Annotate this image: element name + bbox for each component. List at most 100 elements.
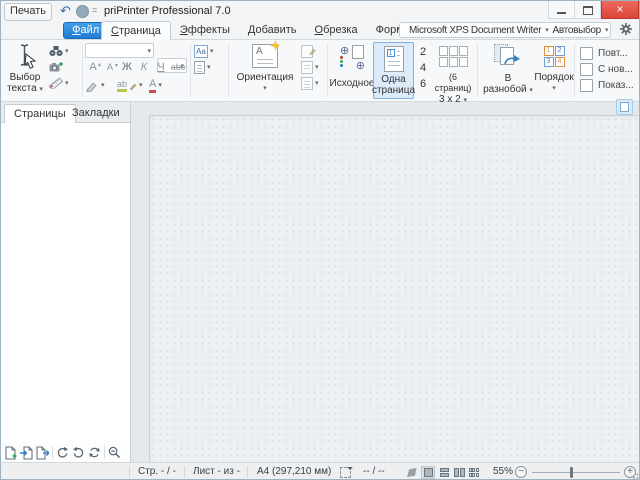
chevron-down-icon[interactable]: ▾: [605, 27, 608, 34]
panel-pin-icon[interactable]: [616, 99, 633, 115]
view-thumbnails-button[interactable]: [467, 466, 481, 479]
printer-mode[interactable]: Автовыбор: [552, 25, 600, 36]
text-highlight-color-button[interactable]: ab ▾: [117, 78, 149, 93]
chevron-down-icon[interactable]: ▾: [65, 80, 69, 87]
start-new-checkbox[interactable]: С нов...: [580, 61, 634, 77]
checkbox-icon[interactable]: [580, 79, 593, 92]
insert-page-before-icon[interactable]: [20, 446, 33, 460]
file-label-key: Ф: [72, 24, 80, 36]
resize-grip[interactable]: [631, 473, 639, 480]
chevron-down-icon[interactable]: ▾: [207, 64, 211, 71]
original-view-button[interactable]: ⊕ ⊕ Исходное: [331, 42, 373, 99]
redo-icon[interactable]: [76, 5, 89, 18]
minimize-button[interactable]: [548, 1, 575, 19]
chevron-down-icon: ▾: [552, 85, 556, 92]
underline-button[interactable]: Ч: [153, 60, 169, 75]
rotate-ccw-icon[interactable]: [72, 446, 85, 459]
status-sheet: Лист - из -: [193, 463, 240, 480]
font-color-button[interactable]: А ▾: [149, 78, 181, 93]
preset-6-button[interactable]: 6: [417, 76, 429, 92]
chevron-down-icon[interactable]: ▾: [315, 80, 319, 87]
highlighter-button[interactable]: ▾: [85, 78, 117, 93]
single-page-icon: [424, 468, 433, 477]
show-checkbox[interactable]: Показ...: [580, 77, 634, 93]
page-list-button[interactable]: ▾: [301, 59, 319, 75]
chevron-down-icon[interactable]: ▾: [545, 27, 548, 34]
bold-button[interactable]: Ж: [119, 60, 135, 75]
chevron-down-icon[interactable]: ▾: [101, 82, 105, 89]
checkbox-icon[interactable]: [580, 47, 593, 60]
chevron-down-icon[interactable]: ▾: [139, 82, 143, 89]
printer-selector[interactable]: Microsoft XPS Document Writer ▾ Автовыбо…: [399, 22, 611, 38]
page-style-button[interactable]: ▾: [194, 59, 214, 75]
strikethrough-button[interactable]: abc: [170, 60, 186, 75]
measure-button[interactable]: ▾: [49, 75, 69, 91]
pages-per-sheet-button[interactable]: (6 страниц) 3 x 2 ▾: [432, 42, 474, 99]
zoom-out-pages-icon[interactable]: [108, 446, 121, 459]
tab-crop[interactable]: Обрезка: [306, 21, 367, 40]
character-style-button[interactable]: Aa ▾: [194, 43, 214, 59]
tab-page[interactable]: Страница: [101, 21, 171, 40]
preset-2-button[interactable]: 2: [417, 44, 429, 60]
rotate-180-icon[interactable]: [88, 446, 101, 459]
rotate-cw-icon[interactable]: [56, 446, 69, 459]
view-3d-button[interactable]: [405, 466, 419, 479]
file-label: айл: [81, 24, 100, 36]
pencil-icon: [129, 82, 137, 90]
printer-device-name[interactable]: Microsoft XPS Document Writer: [409, 25, 541, 36]
sidebar-tab-bookmarks[interactable]: Закладки: [63, 104, 129, 123]
grid-3x2-icon: [439, 46, 468, 67]
chevron-down-icon[interactable]: ▾: [65, 48, 69, 55]
add-page-icon[interactable]: [4, 446, 17, 460]
layout-icon: [301, 77, 313, 90]
status-paper-size: A4 (297,210 мм): [257, 463, 331, 480]
page-layout-button[interactable]: ▾: [301, 75, 319, 91]
tab-insert[interactable]: Добавить: [239, 21, 306, 40]
page-preview[interactable]: [149, 115, 640, 462]
edit-page-button[interactable]: [301, 43, 319, 59]
tab-effects[interactable]: Эффекты: [171, 21, 239, 40]
snapshot-button[interactable]: [49, 59, 69, 75]
zoom-out-button[interactable]: −: [515, 466, 527, 478]
font-color-row: ▾ ab ▾ А ▾: [85, 78, 181, 93]
select-text-button[interactable]: Выбор текста ▾: [3, 42, 47, 99]
pencil-icon: [309, 47, 316, 55]
undo-icon[interactable]: ↶: [60, 2, 71, 19]
tilted-page-icon: [407, 468, 417, 477]
zoom-slider[interactable]: [532, 472, 620, 473]
pages-panel[interactable]: [1, 123, 130, 443]
view-continuous-button[interactable]: [437, 466, 451, 479]
grow-font-button[interactable]: А▴: [85, 60, 101, 75]
view-facing-button[interactable]: [452, 466, 466, 479]
orientation-icon: A: [252, 44, 278, 68]
preview-canvas[interactable]: [131, 102, 640, 462]
insert-page-after-icon[interactable]: [36, 446, 49, 460]
preset-4-button[interactable]: 4: [417, 60, 429, 76]
close-button[interactable]: ×: [601, 1, 639, 19]
font-family-combobox[interactable]: ▾: [85, 43, 154, 58]
chevron-down-icon[interactable]: ▾: [210, 48, 214, 55]
aa-style-icon: Aa: [194, 45, 208, 58]
maximize-button[interactable]: [574, 1, 601, 19]
page-setup-icon[interactable]: [340, 467, 351, 478]
orientation-button[interactable]: A Ориентация ▾: [232, 42, 298, 99]
order-button[interactable]: 1 2 3 4 Порядок ▾: [536, 42, 572, 99]
quick-access-menu-icon[interactable]: =: [92, 4, 97, 16]
zoom-slider-handle[interactable]: [570, 467, 573, 478]
view-single-page-button[interactable]: [421, 466, 435, 479]
print-button[interactable]: Печать: [4, 3, 52, 21]
chevron-down-icon[interactable]: ▾: [315, 64, 319, 71]
font-format-row: А▴ А▾ Ж К Ч abc: [85, 60, 186, 75]
window-title: priPrinter Professional 7.0: [104, 1, 231, 21]
find-button[interactable]: ▾: [49, 43, 69, 59]
shuffle-button[interactable]: В разнобой ▾: [481, 42, 535, 99]
one-page-button[interactable]: 1 Одна страница: [373, 42, 414, 99]
chevron-down-icon[interactable]: ▾: [158, 82, 162, 89]
italic-button[interactable]: К: [136, 60, 152, 75]
chevron-down-icon[interactable]: ▾: [147, 48, 151, 55]
repeat-checkbox[interactable]: Повт...: [580, 45, 634, 61]
settings-gear-icon[interactable]: [618, 21, 636, 39]
checkbox-icon[interactable]: [580, 63, 593, 76]
zoom-level: 55%: [493, 463, 513, 480]
shrink-font-button[interactable]: А▾: [102, 60, 118, 75]
